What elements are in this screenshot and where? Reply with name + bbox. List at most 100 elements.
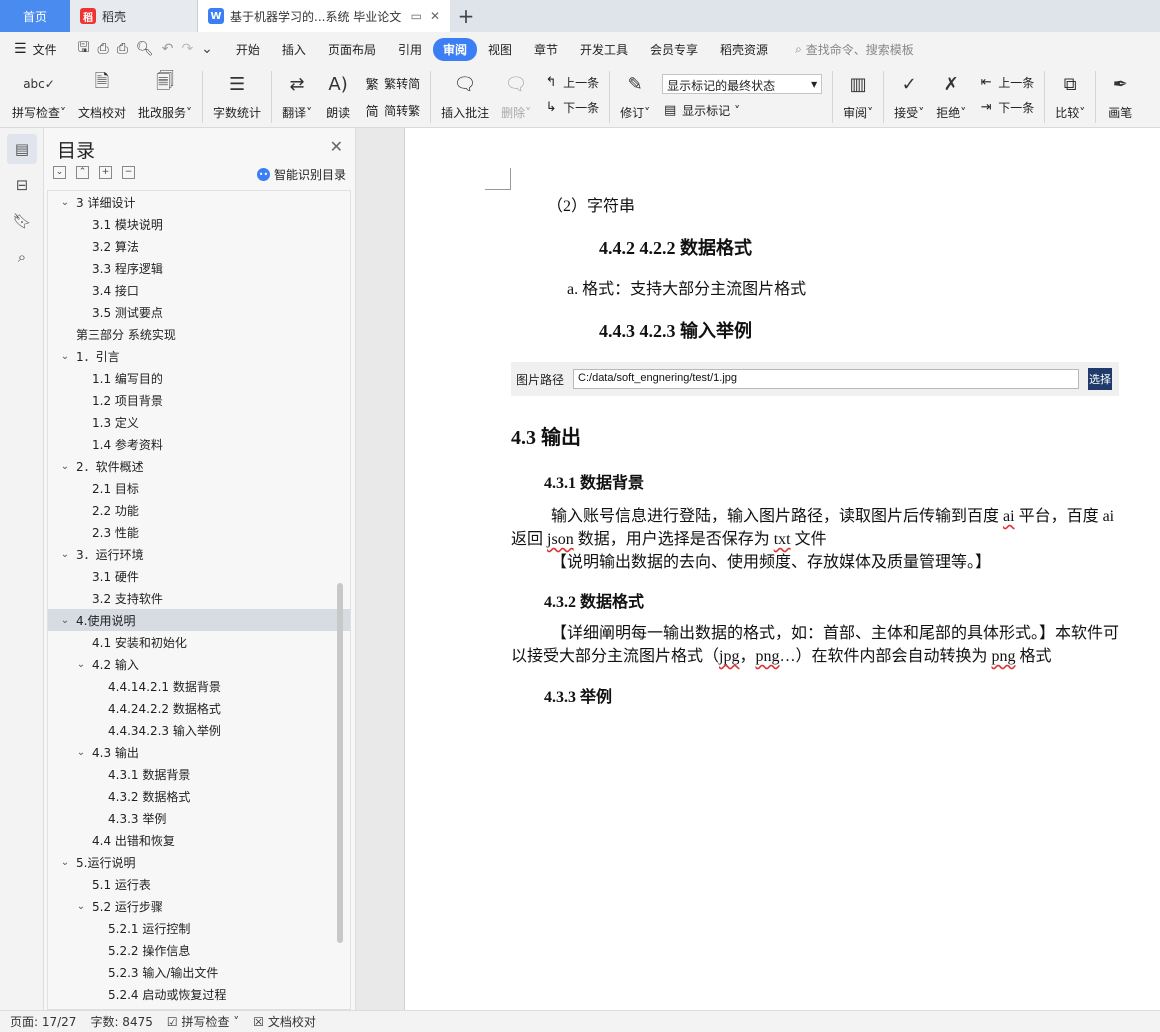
toc-item[interactable]: 4.3.1 数据背景: [48, 763, 350, 785]
export-pdf-icon[interactable]: ⎙: [98, 41, 109, 57]
collapse-all-icon[interactable]: ⌃: [76, 166, 89, 179]
toc-item[interactable]: 3.3 程序逻辑: [48, 257, 350, 279]
menu-tab[interactable]: 视图: [477, 41, 523, 58]
word-count-button[interactable]: ☰ 字数统计: [207, 66, 267, 121]
compare-button[interactable]: ⧉ 比较˅: [1049, 66, 1091, 121]
toc-item[interactable]: ⌄ 3．运行环境: [48, 543, 350, 565]
toc-item[interactable]: 5.1 运行表: [48, 873, 350, 895]
toc-item[interactable]: 1.1 编写目的: [48, 367, 350, 389]
chevron-down-icon[interactable]: ⌄: [58, 549, 72, 560]
chevron-down-icon[interactable]: ⌄: [74, 747, 88, 758]
document-page[interactable]: （2）字符串 4.4.2 4.2.2 数据格式 a. 格式：支持大部分主流图片格…: [404, 128, 1160, 1010]
demote-icon[interactable]: −: [122, 166, 135, 179]
redo-icon[interactable]: ↷: [181, 41, 193, 57]
chevron-down-icon[interactable]: ⌄: [58, 351, 72, 362]
chevron-down-icon[interactable]: ⌄: [74, 659, 88, 670]
next-comment-button[interactable]: ↳ 下一条: [543, 99, 599, 116]
toc-item[interactable]: 3.2 支持软件: [48, 587, 350, 609]
toc-item[interactable]: 5.2.2 操作信息: [48, 939, 350, 961]
new-tab-button[interactable]: +: [450, 0, 482, 32]
menu-tab[interactable]: 审阅: [432, 37, 477, 61]
undo-icon[interactable]: ↶: [162, 41, 174, 57]
menu-tab[interactable]: 会员专享: [639, 41, 709, 58]
menu-tab[interactable]: 稻壳资源: [709, 41, 779, 58]
menu-tab[interactable]: 引用: [387, 41, 433, 58]
toc-item[interactable]: 4.4.24.2.2 数据格式: [48, 697, 350, 719]
prev-comment-button[interactable]: ↰ 上一条: [543, 74, 599, 91]
toc-item[interactable]: 1.4 参考资料: [48, 433, 350, 455]
command-search[interactable]: ⌕ 查找命令、搜索模板: [795, 41, 914, 58]
toc-item[interactable]: 1.3 定义: [48, 411, 350, 433]
review-pane-button[interactable]: ▥ 审阅˅: [837, 66, 879, 121]
toc-item[interactable]: ⌄ 5.运行说明: [48, 851, 350, 873]
pen-button[interactable]: ✒ 画笔: [1100, 66, 1140, 121]
toc-item[interactable]: 3.1 硬件: [48, 565, 350, 587]
toc-item[interactable]: 5.2.4 启动或恢复过程: [48, 983, 350, 1005]
chevron-down-icon[interactable]: ⌄: [74, 901, 88, 912]
batch-service-button[interactable]: 🗐 批改服务˅: [132, 66, 198, 121]
menu-tab[interactable]: 插入: [271, 41, 317, 58]
toc-item[interactable]: ⌄ 2．软件概述: [48, 455, 350, 477]
markup-state-select[interactable]: 显示标记的最终状态 ▾: [662, 74, 823, 94]
toc-item[interactable]: ⌄ 3 详细设计: [48, 191, 350, 213]
bookmark-pane-button[interactable]: 🔖︎: [7, 206, 37, 236]
save-icon[interactable]: 🖫: [78, 37, 90, 61]
prev-change-button[interactable]: ⇤ 上一条: [978, 74, 1034, 91]
translate-button[interactable]: ⇄ 翻译˅: [276, 66, 318, 121]
status-doc-proof[interactable]: ☒ 文档校对: [253, 1013, 316, 1030]
revise-button[interactable]: ✎ 修订˅: [614, 66, 656, 121]
show-markup-button[interactable]: ▤ 显示标记 ˅: [662, 102, 822, 119]
menu-tab[interactable]: 章节: [523, 41, 569, 58]
chevron-down-icon[interactable]: ⌄: [201, 41, 213, 57]
toc-item[interactable]: 4.3.2 数据格式: [48, 785, 350, 807]
toc-item[interactable]: 2.1 目标: [48, 477, 350, 499]
menu-tab[interactable]: 开始: [225, 41, 271, 58]
toc-scrollbar[interactable]: [337, 583, 343, 943]
toc-item[interactable]: 4.3.3 举例: [48, 807, 350, 829]
hamburger-icon[interactable]: ☰: [14, 41, 27, 57]
menu-tab[interactable]: 开发工具: [569, 41, 639, 58]
tab-monitor-icon[interactable]: ▭: [411, 9, 422, 23]
smart-toc-button[interactable]: •• 智能识别目录: [256, 166, 346, 183]
tab-document[interactable]: W 基于机器学习的...系统 毕业论文 ▭ ✕: [198, 0, 450, 32]
toc-item[interactable]: 2.3 性能: [48, 521, 350, 543]
menu-file[interactable]: 文件: [27, 41, 68, 58]
menu-tab[interactable]: 页面布局: [317, 41, 387, 58]
toc-item[interactable]: 2.2 功能: [48, 499, 350, 521]
insert-comment-button[interactable]: 🗨 插入批注: [435, 66, 495, 121]
toc-item[interactable]: ⌄ 5.2 运行步骤: [48, 895, 350, 917]
chevron-down-icon[interactable]: ⌄: [58, 197, 72, 208]
toc-item[interactable]: 3.2 算法: [48, 235, 350, 257]
page-indicator[interactable]: 页面: 17/27: [10, 1013, 76, 1030]
toc-item[interactable]: 5.2.3 输入/输出文件: [48, 961, 350, 983]
find-pane-button[interactable]: ⌕: [7, 242, 37, 272]
spell-check-button[interactable]: abc✓ 拼写检查˅: [6, 66, 72, 121]
toc-item[interactable]: 4.1 安装和初始化: [48, 631, 350, 653]
toc-item[interactable]: 1.2 项目背景: [48, 389, 350, 411]
toc-pane-button[interactable]: ▤: [7, 134, 37, 164]
tab-close-icon[interactable]: ✕: [430, 9, 440, 23]
accept-button[interactable]: ✓ 接受˅: [888, 66, 930, 121]
toc-item[interactable]: ⌄ 4.3 输出: [48, 741, 350, 763]
chevron-down-icon[interactable]: ⌄: [58, 857, 72, 868]
word-count-indicator[interactable]: 字数: 8475: [90, 1013, 152, 1030]
toc-item[interactable]: 4.4.14.2.1 数据背景: [48, 675, 350, 697]
print-icon[interactable]: ⎙: [117, 41, 128, 57]
toc-item[interactable]: 3.1 模块说明: [48, 213, 350, 235]
toc-item[interactable]: 5.2.1 运行控制: [48, 917, 350, 939]
toc-item[interactable]: 4.4 出错和恢复: [48, 829, 350, 851]
reject-button[interactable]: ✗ 拒绝˅: [930, 66, 972, 121]
toc-item[interactable]: ⌄ 4.使用说明: [48, 609, 350, 631]
toc-item[interactable]: 第三部分 系统实现: [48, 323, 350, 345]
delete-comment-button[interactable]: 🗨 删除˅: [495, 66, 537, 121]
read-aloud-button[interactable]: A) 朗读: [318, 66, 358, 121]
print-preview-icon[interactable]: 🔍︎: [136, 41, 154, 57]
structure-pane-button[interactable]: ⊟: [7, 170, 37, 200]
toc-item[interactable]: 3.4 接口: [48, 279, 350, 301]
toc-item[interactable]: ⌄ 1．引言: [48, 345, 350, 367]
toc-item[interactable]: 3.5 测试要点: [48, 301, 350, 323]
status-spell-check[interactable]: ☑ 拼写检查 ˅: [167, 1013, 239, 1030]
promote-icon[interactable]: +: [99, 166, 112, 179]
expand-all-icon[interactable]: ⌄: [53, 166, 66, 179]
toc-item[interactable]: 4.4.34.2.3 输入举例: [48, 719, 350, 741]
